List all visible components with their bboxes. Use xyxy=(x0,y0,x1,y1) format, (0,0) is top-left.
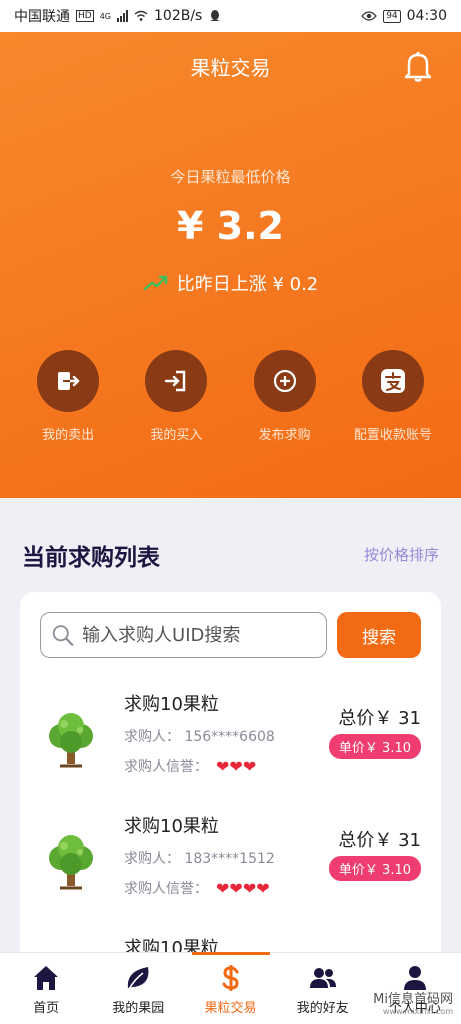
search-field[interactable] xyxy=(40,612,327,658)
page-title: 果粒交易 xyxy=(190,56,271,80)
signal-icon xyxy=(117,10,128,22)
buyer-label: 求购人： xyxy=(124,851,180,867)
price-change-text: 比昨日上涨 ¥ 0.2 xyxy=(176,274,319,295)
tree-icon xyxy=(49,713,93,768)
unit-price-badge: 单价￥ 3.10 xyxy=(328,734,421,759)
network-speed: 102B/s xyxy=(154,8,203,24)
configure-payment-button[interactable]: 配置收款账号 xyxy=(343,350,443,443)
battery-indicator: 94 xyxy=(383,9,401,23)
hd-badge: HD xyxy=(76,10,94,22)
publish-request-button[interactable]: 发布求购 xyxy=(235,350,335,443)
watermark: Mi信息首码网 www.mixinxi.com xyxy=(373,988,453,1016)
search-input[interactable] xyxy=(82,624,326,646)
total-price: 总价￥ 31 xyxy=(338,708,421,729)
nav-orchard-label: 我的果园 xyxy=(112,1001,165,1016)
search-button[interactable]: 搜索 xyxy=(337,612,421,658)
total-price: 总价￥ 31 xyxy=(338,830,421,851)
list-item[interactable]: 求购10果粒 求购人： 183****1512 求购人信誉： ❤❤❤❤ 总价￥ 3… xyxy=(20,806,441,916)
trend-up-icon xyxy=(143,275,167,291)
tree-icon xyxy=(49,835,93,890)
plus-circle-icon xyxy=(253,350,316,412)
my-buy-button[interactable]: 我的买入 xyxy=(126,350,226,443)
my-sell-button[interactable]: 我的卖出 xyxy=(18,350,118,443)
carrier-label: 中国联通 xyxy=(14,9,70,25)
credit-label: 求购人信誉： xyxy=(124,881,208,897)
heart-icon: ❤❤❤❤ xyxy=(216,878,270,898)
configure-payment-label: 配置收款账号 xyxy=(353,428,432,443)
list-title: 当前求购列表 xyxy=(22,545,160,571)
watermark-text: Mi信息首码网 xyxy=(373,992,453,1007)
my-buy-label: 我的买入 xyxy=(150,428,203,443)
buyer-info: 求购人： 156****6608 xyxy=(124,726,275,746)
publish-request-label: 发布求购 xyxy=(258,428,311,443)
bell-icon[interactable] xyxy=(403,50,433,82)
price-label: 今日果粒最低价格 xyxy=(170,168,291,186)
unit-price-badge: 单价￥ 3.10 xyxy=(328,856,421,881)
nav-home-label: 首页 xyxy=(33,1001,60,1016)
buy-enter-icon xyxy=(145,350,208,412)
buyer-info: 求购人： 183****1512 xyxy=(124,848,275,868)
home-icon xyxy=(34,966,59,990)
wifi-icon xyxy=(134,10,148,21)
buyer-credit: 求购人信誉： ❤❤❤❤ xyxy=(124,878,270,898)
leaf-icon xyxy=(128,967,149,990)
friends-icon xyxy=(309,968,336,988)
nav-trade[interactable]: 果粒交易 xyxy=(184,953,276,1024)
sell-exit-icon xyxy=(37,350,100,412)
nav-friends-label: 我的好友 xyxy=(296,1001,349,1016)
nav-orchard[interactable]: 我的果园 xyxy=(92,953,184,1024)
buyer-id: 156****6608 xyxy=(184,729,275,745)
credit-label: 求购人信誉： xyxy=(124,759,208,775)
network-type: 4G xyxy=(99,11,111,21)
item-title: 求购10果粒 xyxy=(124,816,219,837)
dollar-icon xyxy=(222,965,239,991)
nav-active-indicator xyxy=(192,952,270,955)
price-change: 比昨日上涨 ¥ 0.2 xyxy=(0,270,461,296)
buyer-id: 183****1512 xyxy=(184,851,275,867)
my-sell-label: 我的卖出 xyxy=(42,428,95,443)
search-row: 搜索 xyxy=(40,612,421,658)
buyer-credit: 求购人信誉： ❤❤❤ xyxy=(124,756,256,776)
quick-actions: 我的卖出 我的买入 发布求购 配置收款账号 xyxy=(0,350,461,443)
status-bar: 中国联通 HD 4G 102B/s 94 04:30 xyxy=(0,0,461,32)
list-item[interactable]: 求购10果粒 求购人： 156****6608 求购人信誉： ❤❤❤ 总价￥ 31… xyxy=(20,684,441,794)
clock: 04:30 xyxy=(406,8,447,24)
qq-icon xyxy=(210,10,221,21)
eye-icon xyxy=(361,11,378,21)
item-title: 求购10果粒 xyxy=(124,694,219,715)
request-list-card: 搜索 求购10果粒 求购人： 156****6608 求购人信誉： ❤❤❤ 总价￥… xyxy=(20,592,441,1012)
nav-home[interactable]: 首页 xyxy=(0,953,92,1024)
heart-icon: ❤❤❤ xyxy=(216,756,257,776)
watermark-sub: www.mixinxi.com xyxy=(382,1007,453,1016)
sort-by-price-link[interactable]: 按价格排序 xyxy=(364,544,439,565)
buyer-label: 求购人： xyxy=(124,729,180,745)
lowest-price-value: ¥ 3.2 xyxy=(177,204,284,248)
nav-trade-label: 果粒交易 xyxy=(204,1001,257,1016)
alipay-icon xyxy=(361,350,424,412)
search-icon xyxy=(52,625,74,646)
nav-friends[interactable]: 我的好友 xyxy=(277,953,369,1024)
